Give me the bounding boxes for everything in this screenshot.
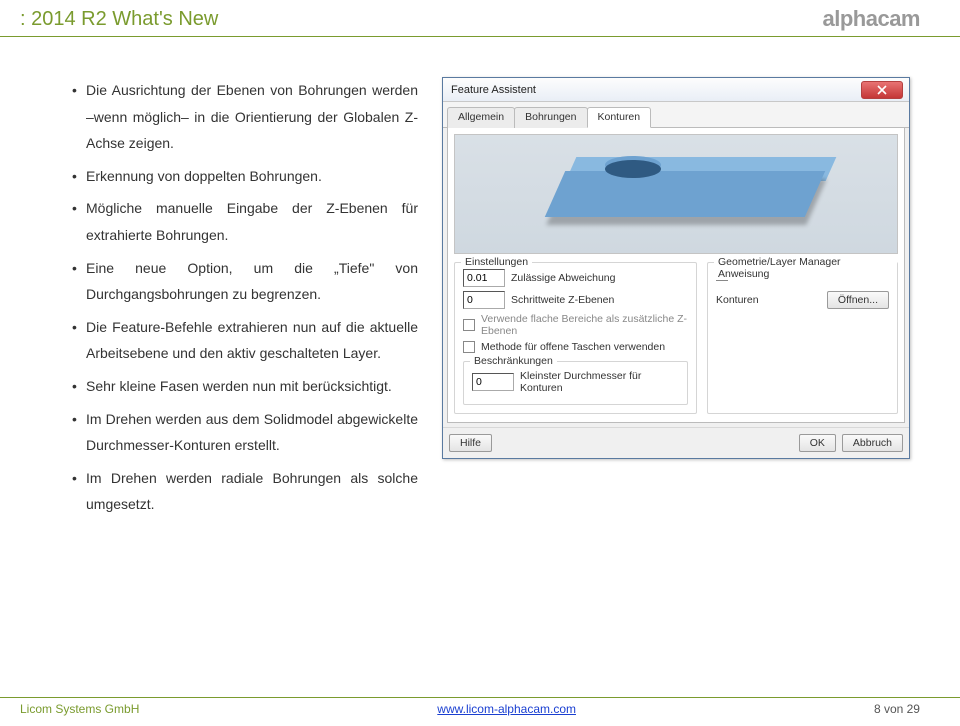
group-einstellungen: Einstellungen Zulässige Abweichung Schri… <box>454 262 697 414</box>
chk-flat-label: Verwende flache Bereiche als zusätzliche… <box>481 313 688 337</box>
dialog-footer: Hilfe OK Abbruch <box>443 427 909 458</box>
close-icon[interactable] <box>861 81 903 99</box>
dialog-titlebar[interactable]: Feature Assistent <box>443 78 909 102</box>
tab-body: Einstellungen Zulässige Abweichung Schri… <box>447 128 905 423</box>
dialog-screenshot: Feature Assistent Allgemein Bohrungen Ko… <box>442 77 914 524</box>
open-button[interactable]: Öffnen... <box>827 291 889 309</box>
footer-company: Licom Systems GmbH <box>20 702 139 716</box>
tolerance-field[interactable] <box>463 269 505 287</box>
footer-link[interactable]: www.licom-alphacam.com <box>437 702 576 716</box>
tab-bohrungen[interactable]: Bohrungen <box>514 107 587 128</box>
footer-spacer <box>498 434 793 452</box>
feature-assistant-dialog: Feature Assistent Allgemein Bohrungen Ko… <box>442 77 910 459</box>
sub-legend: Beschränkungen <box>470 355 557 367</box>
brand-logo: alphacam <box>823 6 921 32</box>
page-number: 8 von 29 <box>874 702 920 716</box>
ok-button[interactable]: OK <box>799 434 836 452</box>
step-field[interactable] <box>463 291 505 309</box>
bullet-item: Die Ausrichtung der Ebenen von Bohrungen… <box>72 77 418 157</box>
cancel-button[interactable]: Abbruch <box>842 434 903 452</box>
bullet-item: Mögliche manuelle Eingabe der Z-Ebenen f… <box>72 195 418 248</box>
min-diameter-field[interactable] <box>472 373 514 391</box>
bullet-item: Eine neue Option, um die „Tiefe" von Dur… <box>72 255 418 308</box>
group-legend-right: Geometrie/Layer Manager Anweisung <box>714 256 897 280</box>
tolerance-label: Zulässige Abweichung <box>511 272 615 284</box>
step-label: Schrittweite Z-Ebenen <box>511 294 614 306</box>
checkbox-flat-areas[interactable] <box>463 319 475 331</box>
main-content: Die Ausrichtung der Ebenen von Bohrungen… <box>0 37 960 524</box>
dialog-title: Feature Assistent <box>451 84 536 96</box>
konturen-label: Konturen <box>716 294 759 306</box>
group-geometry-layer: Geometrie/Layer Manager Anweisung Ausfüh… <box>707 262 898 414</box>
bullet-item: Im Drehen werden aus dem Solidmodel abge… <box>72 406 418 459</box>
bullet-item: Sehr kleine Fasen werden nun mit berücks… <box>72 373 418 400</box>
tab-allgemein[interactable]: Allgemein <box>447 107 515 128</box>
group-legend: Einstellungen <box>461 256 532 268</box>
preview-pane <box>454 134 898 254</box>
bullet-column: Die Ausrichtung der Ebenen von Bohrungen… <box>58 77 418 524</box>
bullet-item: Die Feature-Befehle extrahieren nun auf … <box>72 314 418 367</box>
page-footer: Licom Systems GmbH www.licom-alphacam.co… <box>0 697 960 716</box>
tab-strip: Allgemein Bohrungen Konturen <box>443 102 909 128</box>
hole-icon <box>605 160 661 178</box>
settings-row: Einstellungen Zulässige Abweichung Schri… <box>454 262 898 414</box>
bullet-item: Im Drehen werden radiale Bohrungen als s… <box>72 465 418 518</box>
min-diameter-label: Kleinster Durchmesser für Konturen <box>520 370 679 394</box>
tab-konturen[interactable]: Konturen <box>587 107 652 128</box>
page-header: : 2014 R2 What's New alphacam <box>0 0 960 37</box>
page-title: : 2014 R2 What's New <box>20 8 218 31</box>
help-button[interactable]: Hilfe <box>449 434 492 452</box>
group-beschraenkungen: Beschränkungen Kleinster Durchmesser für… <box>463 361 688 405</box>
chk-pockets-label: Methode für offene Taschen verwenden <box>481 341 665 353</box>
solid-side-face <box>545 171 825 217</box>
checkbox-open-pockets[interactable] <box>463 341 475 353</box>
bullet-item: Erkennung von doppelten Bohrungen. <box>72 163 418 190</box>
